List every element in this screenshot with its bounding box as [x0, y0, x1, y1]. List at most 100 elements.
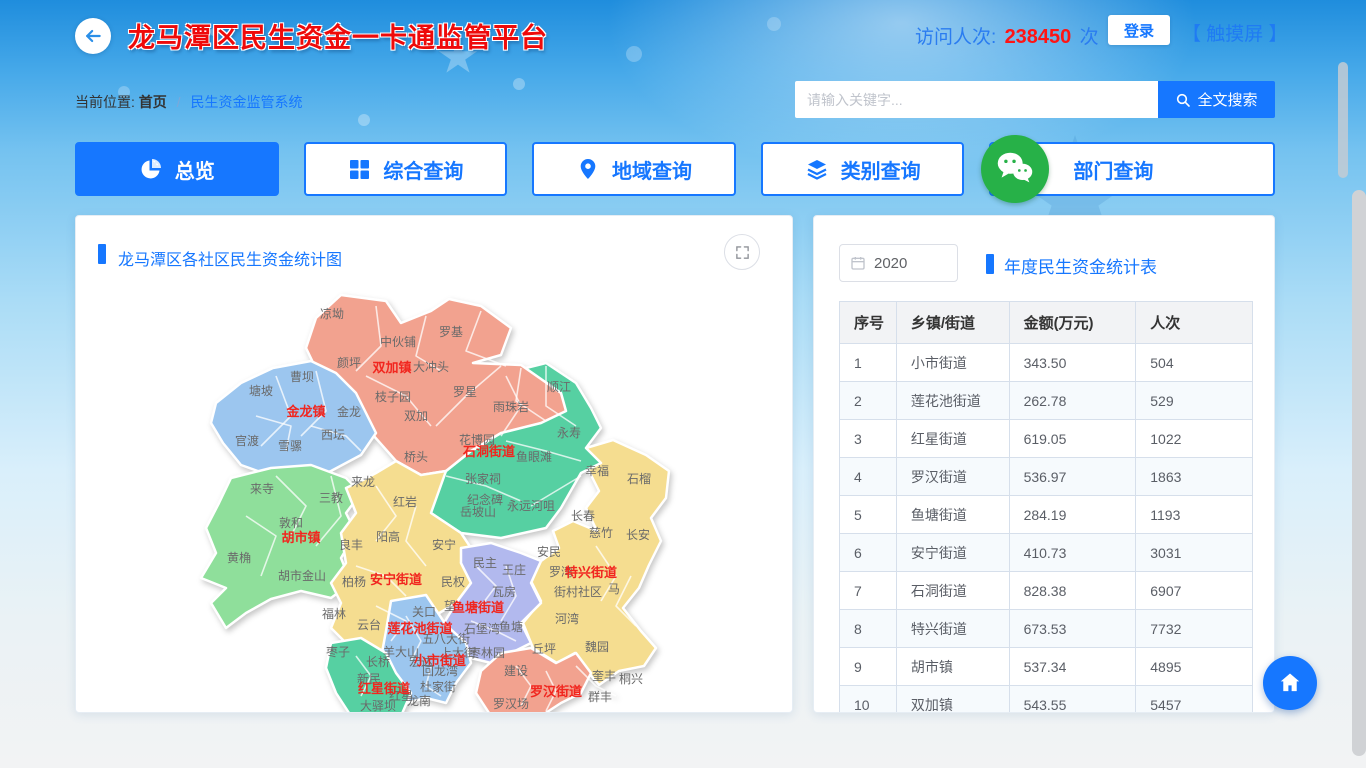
community-map[interactable]: 凉坳中伙铺罗基颜坪大冲头罗星枝子园双加曹坝塘坡金龙西坛官渡雪骡顺江雨珠岩永寿花博…: [76, 276, 793, 713]
annual-stats-panel: 2020 年度民生资金统计表 序号乡镇/街道金额(万元)人次 1小市街道343.…: [813, 215, 1275, 713]
breadcrumb-home[interactable]: 首页: [139, 94, 167, 110]
table-row: 4罗汉街道536.971863: [840, 458, 1253, 496]
table-row: 3红星街道619.051022: [840, 420, 1253, 458]
map-community-label: 建设: [504, 664, 528, 678]
map-community-label: 来寺: [250, 482, 274, 496]
map-community-label: 黄桷: [227, 550, 251, 565]
map-community-label: 枝子园: [375, 389, 411, 404]
visits-count: 238450: [1002, 26, 1075, 48]
map-community-label: 鱼眼滩: [516, 450, 552, 464]
map-town-label: 罗汉街道: [530, 684, 582, 699]
map-community-label: 长桥: [366, 655, 390, 669]
visits-counter: 访问人次: 238450 次: [915, 22, 1099, 49]
home-button[interactable]: [1263, 656, 1317, 710]
fullscreen-button[interactable]: [724, 234, 760, 270]
table-cell: 4: [840, 458, 897, 496]
tab-label: 部门查询: [1073, 155, 1153, 184]
panel-scrollbar-thumb[interactable]: [1338, 62, 1348, 178]
map-community-label: 大冲头: [413, 359, 449, 374]
table-cell: 3031: [1136, 534, 1253, 572]
back-button[interactable]: [75, 18, 111, 54]
table-cell: 4895: [1136, 648, 1253, 686]
visits-label: 访问人次:: [915, 27, 996, 48]
map-community-label: 群丰: [588, 690, 612, 704]
map-community-label: 奎丰: [592, 668, 616, 683]
map-community-label: 双加: [404, 409, 428, 423]
table-cell: 1: [840, 344, 897, 382]
search-button-label: 全文搜索: [1197, 89, 1257, 110]
map-community-label: 罗基: [439, 325, 463, 339]
breadcrumb: 当前位置: 首页 / 民生资金监管系统: [75, 92, 302, 112]
page-scrollbar[interactable]: [1352, 190, 1366, 756]
table-cell: 小市街道: [896, 344, 1009, 382]
map-town-label: 双加镇: [372, 360, 411, 375]
table-row: 10双加镇543.555457: [840, 686, 1253, 714]
table-cell: 5: [840, 496, 897, 534]
column-header: 金额(万元): [1009, 302, 1136, 344]
table-cell: 3: [840, 420, 897, 458]
year-select[interactable]: 2020: [839, 244, 958, 282]
grid-icon: [347, 157, 371, 181]
map-community-label: 柏杨: [342, 574, 366, 589]
table-cell: 安宁街道: [896, 534, 1009, 572]
table-cell: 673.53: [1009, 610, 1136, 648]
map-town-label: 石洞街道: [462, 444, 515, 459]
search-input[interactable]: [795, 81, 1158, 118]
tab-地域查询[interactable]: 地域查询: [532, 142, 736, 196]
tab-label: 地域查询: [612, 155, 692, 184]
pie-chart-icon: [139, 157, 163, 181]
map-town-label: 安宁街道: [370, 572, 422, 587]
fullscreen-icon: [735, 245, 750, 260]
column-header: 乡镇/街道: [896, 302, 1009, 344]
table-cell: 6907: [1136, 572, 1253, 610]
table-cell: 9: [840, 648, 897, 686]
map-community-label: 安民: [537, 544, 561, 559]
table-cell: 8: [840, 610, 897, 648]
table-row: 9胡市镇537.344895: [840, 648, 1253, 686]
map-town-label: 莲花池街道: [387, 621, 452, 636]
arrow-left-icon: [83, 26, 103, 46]
map-town-label: 鱼塘街道: [452, 600, 504, 615]
map-community-label: 福林: [322, 606, 346, 621]
calendar-icon: [850, 255, 866, 271]
map-community-label: 河湾: [555, 611, 579, 626]
table-cell: 红星街道: [896, 420, 1009, 458]
map-community-label: 安宁: [432, 537, 456, 552]
table-row: 8特兴街道673.537732: [840, 610, 1253, 648]
tab-综合查询[interactable]: 综合查询: [304, 142, 508, 196]
tab-类别查询[interactable]: 类别查询: [761, 142, 965, 196]
fulltext-search-button[interactable]: 全文搜索: [1158, 81, 1275, 118]
map-community-label: 王庄: [502, 562, 526, 577]
tab-总览[interactable]: 总览: [75, 142, 279, 196]
visits-unit: 次: [1080, 27, 1099, 48]
map-community-label: 岳坡山: [460, 505, 496, 519]
wechat-icon: [981, 135, 1049, 203]
table-cell: 1022: [1136, 420, 1253, 458]
map-region-胡市镇[interactable]: [201, 465, 361, 628]
panel-title-bar: [986, 254, 994, 274]
map-community-label: 顺江: [547, 380, 571, 394]
map-community-label: 永寿: [557, 426, 581, 440]
map-community-label: 民主: [473, 556, 497, 570]
table-cell: 7: [840, 572, 897, 610]
map-town-label: 胡市镇: [281, 530, 320, 545]
table-cell: 特兴街道: [896, 610, 1009, 648]
map-community-label: 颜坪: [337, 355, 361, 370]
login-button[interactable]: 登录: [1108, 15, 1170, 45]
map-town-label: 特兴街道: [565, 565, 617, 580]
map-community-label: 雪骡: [278, 439, 302, 453]
table-row: 2莲花池街道262.78529: [840, 382, 1253, 420]
year-select-value: 2020: [874, 255, 907, 272]
breadcrumb-current[interactable]: 民生资金监管系统: [190, 94, 302, 110]
tab-部门查询[interactable]: 部门查询: [989, 142, 1275, 196]
table-cell: 2: [840, 382, 897, 420]
map-community-label: 三教: [319, 490, 343, 505]
map-community-label: 红岩: [393, 494, 417, 509]
table-cell: 双加镇: [896, 686, 1009, 714]
map-town-label: 小市街道: [414, 653, 466, 668]
map-community-label: 幸福: [585, 463, 609, 478]
touch-screen-link[interactable]: 【 触摸屏 】: [1182, 19, 1288, 46]
table-cell: 343.50: [1009, 344, 1136, 382]
map-community-label: 西坛: [321, 428, 345, 442]
page-title: 龙马潭区民生资金一卡通监管平台: [128, 16, 548, 55]
